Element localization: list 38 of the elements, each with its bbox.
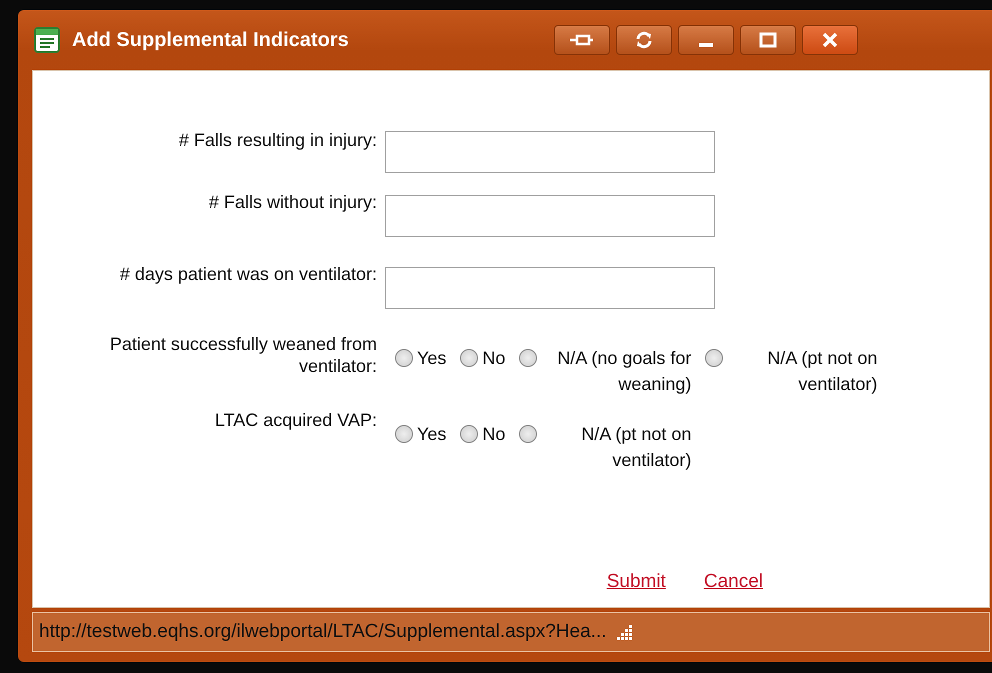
field-label: # Falls without injury: <box>208 191 377 214</box>
radio-option[interactable]: No <box>460 421 506 447</box>
radio-option[interactable]: N/A (pt not on ventilator) <box>705 345 878 397</box>
close-icon <box>822 32 838 48</box>
resize-grip-icon <box>614 623 632 641</box>
link[interactable]: Submit <box>606 571 666 593</box>
link[interactable]: Cancel <box>704 571 763 593</box>
question-label: LTAC acquired VAP: <box>214 409 377 432</box>
radio-button[interactable] <box>395 425 413 443</box>
field-label: # days patient was on ventilator: <box>118 263 377 286</box>
radio-button[interactable] <box>519 349 538 367</box>
radio-option[interactable]: Yes <box>395 421 446 447</box>
radio-option[interactable]: Yes <box>395 345 446 371</box>
maximize-button[interactable] <box>740 25 796 55</box>
window-title: Add Supplemental Indicators <box>72 28 350 52</box>
refresh-button[interactable] <box>616 25 672 55</box>
radio-button[interactable] <box>705 349 724 367</box>
refresh-icon <box>635 31 653 49</box>
input-field[interactable] <box>385 267 715 309</box>
radio-option[interactable]: N/A (pt not on ventilator) <box>519 421 692 473</box>
radio-button[interactable] <box>460 349 478 367</box>
status-url: http://testweb.eqhs.org/ilwebportal/LTAC/Supplemental.aspx?Hea... <box>39 621 606 643</box>
radio-option[interactable]: No <box>460 345 506 371</box>
form-icon <box>34 27 60 53</box>
radio-button[interactable] <box>460 425 478 443</box>
radio-button[interactable] <box>395 349 413 367</box>
radio-button[interactable] <box>519 425 538 443</box>
field-label: # Falls resulting in injury: <box>178 129 377 152</box>
pin-icon <box>569 32 595 48</box>
input-field[interactable] <box>385 195 715 237</box>
pin-button[interactable] <box>554 25 610 55</box>
question-label: Patient successfully weaned from ventilator: <box>108 333 377 378</box>
minimize-button[interactable] <box>678 25 734 55</box>
input-field[interactable] <box>385 131 715 173</box>
close-button[interactable] <box>802 25 858 55</box>
minimize-icon <box>699 43 713 47</box>
maximize-icon <box>759 32 777 48</box>
radio-option[interactable]: N/A (no goals for weaning) <box>519 345 692 397</box>
